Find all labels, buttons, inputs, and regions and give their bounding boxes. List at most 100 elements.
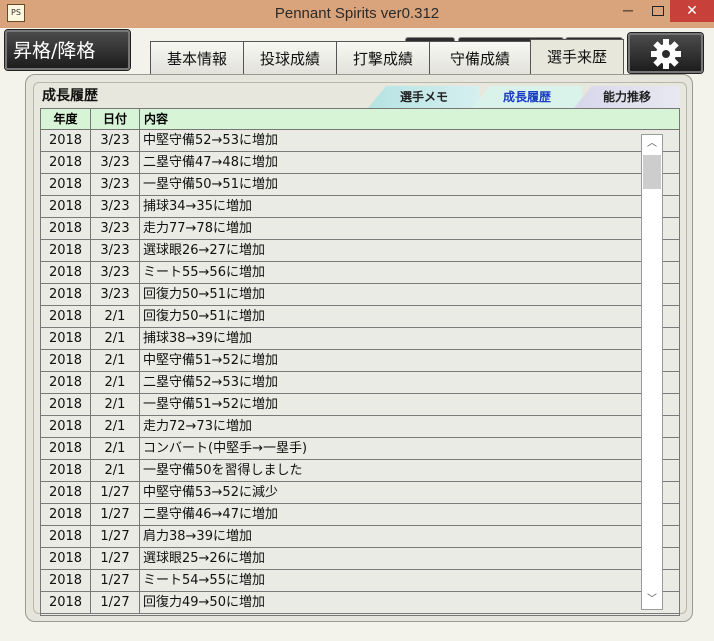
maximize-icon bbox=[652, 6, 664, 16]
cell-year: 2018 bbox=[41, 328, 91, 349]
cell-year: 2018 bbox=[41, 152, 91, 173]
table-row[interactable]: 2018 2/1 二塁守備52→53に増加 bbox=[41, 372, 679, 394]
window-title: Pennant Spirits ver0.312 bbox=[274, 5, 440, 22]
cell-content: 肩力38→39に増加 bbox=[143, 529, 252, 544]
cell-content: 選球眼25→26に増加 bbox=[143, 551, 265, 566]
cell-year: 2018 bbox=[41, 548, 91, 569]
tab-player-history[interactable]: 選手来歴 bbox=[530, 39, 624, 74]
table-row[interactable]: 2018 3/23 捕球34→35に増加 bbox=[41, 196, 679, 218]
table-row[interactable]: 2018 3/23 二塁守備47→48に増加 bbox=[41, 152, 679, 174]
table-row[interactable]: 2018 3/23 選球眼26→27に増加 bbox=[41, 240, 679, 262]
scroll-up-arrow-icon[interactable]: ︿ bbox=[642, 135, 662, 153]
table-row[interactable]: 2018 3/23 走力77→78に増加 bbox=[41, 218, 679, 240]
close-button[interactable]: ✕ bbox=[670, 0, 714, 22]
cell-year: 2018 bbox=[41, 240, 91, 261]
header-year[interactable]: 年度 bbox=[41, 109, 91, 129]
cell-date: 2/1 bbox=[91, 306, 140, 327]
table-row[interactable]: 2018 1/27 二塁守備46→47に増加 bbox=[41, 504, 679, 526]
cell-content: コンバート(中堅手→一塁手) bbox=[143, 441, 308, 456]
cell-content: 二塁守備52→53に増加 bbox=[143, 375, 278, 390]
cell-year: 2018 bbox=[41, 416, 91, 437]
vertical-scrollbar[interactable]: ︿ ﹀ bbox=[641, 134, 663, 610]
cell-year: 2018 bbox=[41, 350, 91, 371]
cell-date: 3/23 bbox=[91, 284, 140, 305]
table-row[interactable]: 2018 3/23 一塁守備50→51に増加 bbox=[41, 174, 679, 196]
cell-content: 中堅守備53→52に減少 bbox=[143, 485, 278, 500]
growth-history-table: 年度 日付 内容 2018 3/23 中堅守備52→53に増加 2018 3/23 二塁守… bbox=[40, 108, 680, 616]
cell-date: 1/27 bbox=[91, 548, 140, 569]
cell-content: 走力72→73に増加 bbox=[143, 419, 252, 434]
cell-year: 2018 bbox=[41, 174, 91, 195]
table-row[interactable]: 2018 3/23 中堅守備52→53に増加 bbox=[41, 130, 679, 152]
subtab-growth-history[interactable]: 成長履歴 bbox=[472, 86, 582, 108]
cell-content: 一塁守備50を習得しました bbox=[143, 463, 303, 478]
scroll-thumb[interactable] bbox=[643, 155, 661, 189]
cell-content: 捕球38→39に増加 bbox=[143, 331, 252, 346]
cell-year: 2018 bbox=[41, 438, 91, 459]
header-content[interactable]: 内容 bbox=[140, 109, 679, 129]
cell-year: 2018 bbox=[41, 526, 91, 547]
cell-date: 3/23 bbox=[91, 218, 140, 239]
tab-fielding-stats[interactable]: 守備成績 bbox=[429, 41, 531, 74]
table-row[interactable]: 2018 1/27 選球眼25→26に増加 bbox=[41, 548, 679, 570]
cell-date: 1/27 bbox=[91, 482, 140, 503]
section-title: 成長履歴 bbox=[42, 88, 98, 104]
cell-date: 2/1 bbox=[91, 438, 140, 459]
table-row[interactable]: 2018 1/27 中堅守備53→52に減少 bbox=[41, 482, 679, 504]
gear-icon bbox=[651, 39, 681, 69]
settings-button[interactable] bbox=[628, 33, 703, 73]
table-row[interactable]: 2018 2/1 回復力50→51に増加 bbox=[41, 306, 679, 328]
cell-content: ミート55→56に増加 bbox=[143, 265, 265, 280]
cell-year: 2018 bbox=[41, 570, 91, 591]
cell-content: 回復力49→50に増加 bbox=[143, 595, 265, 610]
table-row[interactable]: 2018 3/23 ミート55→56に増加 bbox=[41, 262, 679, 284]
cell-content: ミート54→55に増加 bbox=[143, 573, 265, 588]
cell-content: 中堅守備51→52に増加 bbox=[143, 353, 278, 368]
table-row[interactable]: 2018 1/27 ミート54→55に増加 bbox=[41, 570, 679, 592]
cell-content: 中堅守備52→53に増加 bbox=[143, 133, 278, 148]
cell-date: 3/23 bbox=[91, 152, 140, 173]
promote-demote-button[interactable]: 昇格/降格 bbox=[5, 30, 130, 70]
tab-pitching-stats[interactable]: 投球成績 bbox=[243, 41, 337, 74]
cell-date: 1/27 bbox=[91, 526, 140, 547]
table-row[interactable]: 2018 2/1 コンバート(中堅手→一塁手) bbox=[41, 438, 679, 460]
cell-year: 2018 bbox=[41, 262, 91, 283]
table-row[interactable]: 2018 2/1 中堅守備51→52に増加 bbox=[41, 350, 679, 372]
cell-content: 二塁守備46→47に増加 bbox=[143, 507, 278, 522]
header-date[interactable]: 日付 bbox=[91, 109, 140, 129]
cell-date: 1/27 bbox=[91, 570, 140, 591]
cell-date: 2/1 bbox=[91, 460, 140, 481]
table-row[interactable]: 2018 2/1 一塁守備50を習得しました bbox=[41, 460, 679, 482]
cell-year: 2018 bbox=[41, 196, 91, 217]
cell-year: 2018 bbox=[41, 460, 91, 481]
tab-basic-info[interactable]: 基本情報 bbox=[150, 41, 244, 74]
cell-content: 捕球34→35に増加 bbox=[143, 199, 252, 214]
table-header: 年度 日付 内容 bbox=[41, 109, 679, 130]
cell-date: 1/27 bbox=[91, 592, 140, 613]
cell-date: 3/23 bbox=[91, 196, 140, 217]
subtab-player-memo[interactable]: 選手メモ bbox=[368, 86, 480, 108]
table-row[interactable]: 2018 1/27 回復力49→50に増加 bbox=[41, 592, 679, 614]
tab-batting-stats[interactable]: 打撃成績 bbox=[336, 41, 430, 74]
table-row[interactable]: 2018 2/1 一塁守備51→52に増加 bbox=[41, 394, 679, 416]
table-row[interactable]: 2018 1/27 肩力38→39に増加 bbox=[41, 526, 679, 548]
table-row[interactable]: 2018 3/23 回復力50→51に増加 bbox=[41, 284, 679, 306]
maximize-button[interactable] bbox=[644, 0, 672, 22]
cell-content: 二塁守備47→48に増加 bbox=[143, 155, 278, 170]
cell-date: 3/23 bbox=[91, 174, 140, 195]
cell-year: 2018 bbox=[41, 372, 91, 393]
cell-date: 2/1 bbox=[91, 372, 140, 393]
cell-year: 2018 bbox=[41, 306, 91, 327]
cell-year: 2018 bbox=[41, 218, 91, 239]
cell-date: 3/23 bbox=[91, 130, 140, 151]
table-row[interactable]: 2018 2/1 捕球38→39に増加 bbox=[41, 328, 679, 350]
title-bar: PS Pennant Spirits ver0.312 ─ ✕ bbox=[0, 0, 714, 28]
cell-date: 2/1 bbox=[91, 416, 140, 437]
cell-year: 2018 bbox=[41, 592, 91, 613]
minimize-button[interactable]: ─ bbox=[614, 0, 642, 22]
table-row[interactable]: 2018 2/1 走力72→73に増加 bbox=[41, 416, 679, 438]
scroll-down-arrow-icon[interactable]: ﹀ bbox=[642, 591, 662, 609]
table-body: 2018 3/23 中堅守備52→53に増加 2018 3/23 二塁守備47→48に増加… bbox=[41, 130, 679, 615]
cell-content: 選球眼26→27に増加 bbox=[143, 243, 265, 258]
subtab-ability-trend[interactable]: 能力推移 bbox=[574, 86, 680, 108]
